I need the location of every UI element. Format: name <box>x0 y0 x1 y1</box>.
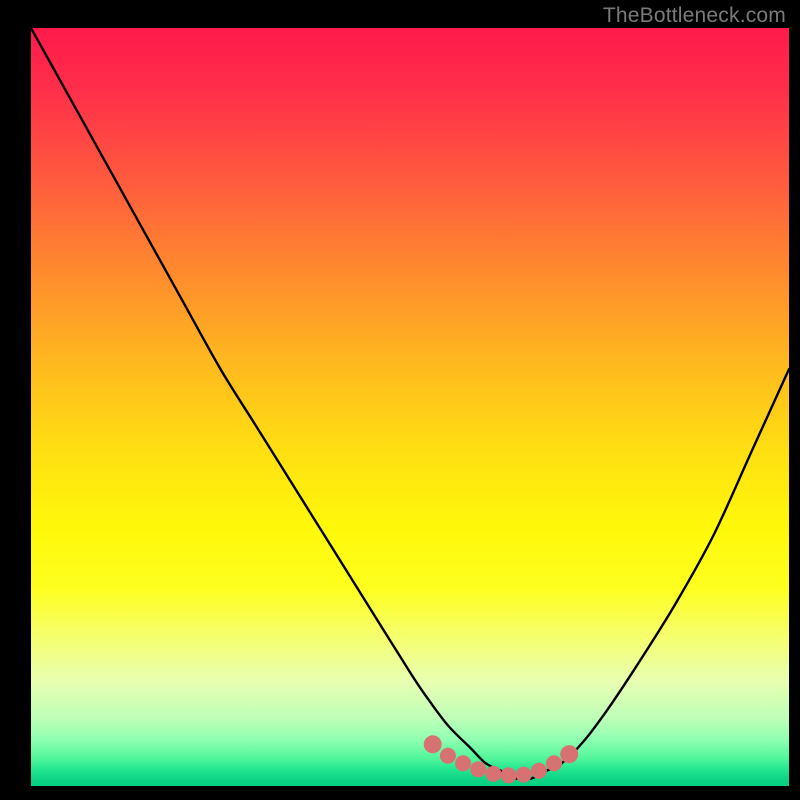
chart-frame: TheBottleneck.com <box>0 0 800 800</box>
marker-dot <box>470 761 486 777</box>
marker-dot <box>485 766 501 782</box>
marker-dot <box>440 748 456 764</box>
highlight-markers <box>424 735 579 783</box>
marker-dot <box>455 755 471 771</box>
marker-dot <box>501 767 517 783</box>
marker-dot <box>424 735 442 753</box>
marker-dot <box>546 755 562 771</box>
watermark-text: TheBottleneck.com <box>603 4 786 28</box>
curve-layer <box>31 28 789 786</box>
bottleneck-curve <box>31 28 789 779</box>
plot-area <box>31 28 789 786</box>
marker-dot <box>560 745 578 763</box>
marker-dot <box>531 763 547 779</box>
marker-dot <box>516 767 532 783</box>
